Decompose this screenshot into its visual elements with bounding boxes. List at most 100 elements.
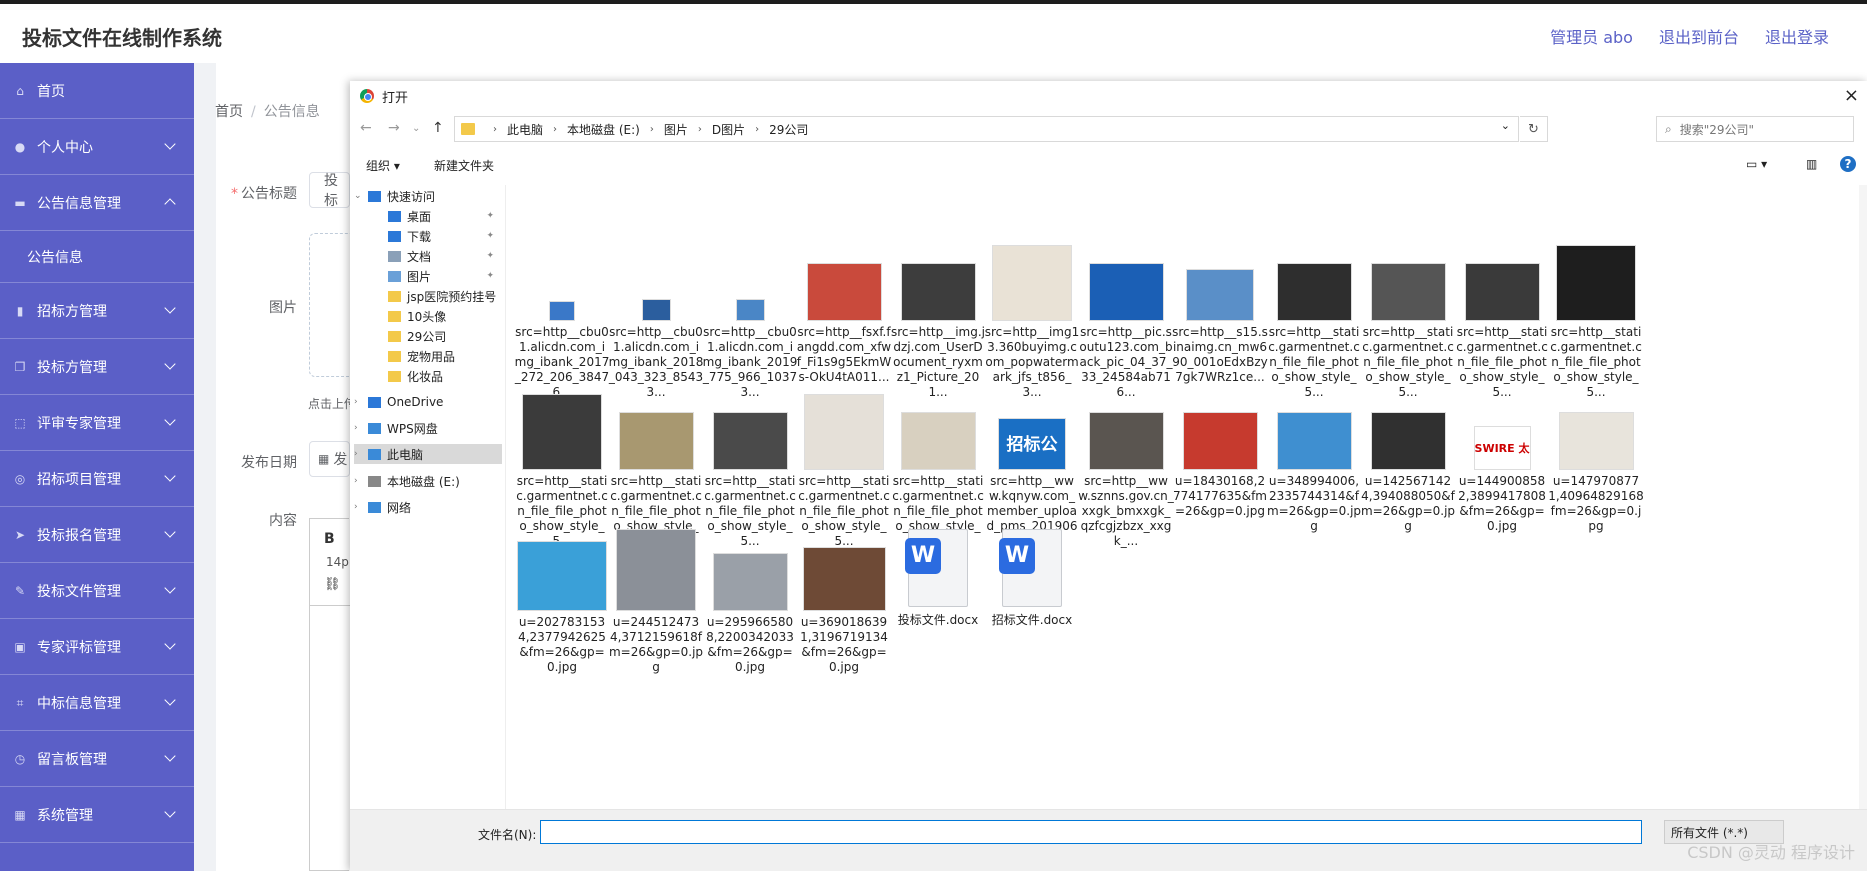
- file-item[interactable]: u=2959665808,2200342033&fm=26&gp=0.jpg: [702, 553, 798, 675]
- tree-item[interactable]: › 此电脑: [354, 444, 502, 464]
- file-item[interactable]: src=http__static.garmentnet.cn_file_file…: [514, 394, 610, 549]
- tree-item[interactable]: 化妆品: [374, 366, 502, 386]
- file-item[interactable]: u=3690186391,3196719134&fm=26&gp=0.jpg: [796, 547, 892, 675]
- file-item[interactable]: u=348994006,2335744314&fm=26&gp=0.jpg: [1266, 412, 1362, 534]
- sidebar-item-11[interactable]: ⌗ 中标信息管理: [0, 675, 194, 731]
- tree-item[interactable]: › OneDrive: [354, 392, 502, 412]
- file-item[interactable]: u=1425671424,394088050&fm=26&gp=0.jpg: [1360, 412, 1456, 534]
- file-item[interactable]: src=http__img.jdzj.com_UserDocument_ryxm…: [890, 263, 986, 400]
- file-name: src=http__img.jdzj.com_UserDocument_ryxm…: [891, 325, 985, 399]
- preview-pane-icon[interactable]: ▥: [1806, 157, 1817, 171]
- file-item[interactable]: src=http__pic.soutu123.com_back_pic_04_3…: [1078, 263, 1174, 400]
- file-item[interactable]: u=1479708771,40964829168fm=26&gp=0.jpg: [1548, 412, 1644, 534]
- file-item[interactable]: u=18430168,2774177635&fm=26&gp=0.jpg: [1172, 412, 1268, 519]
- file-item[interactable]: src=http__img13.360buyimg.com_popwaterma…: [984, 245, 1080, 400]
- address-bar[interactable]: › 此电脑 › 本地磁盘 (E:) › 图片 › D图片 › 29公司 ⌄: [454, 116, 1519, 142]
- expand-icon[interactable]: ›: [354, 423, 368, 433]
- filename-input[interactable]: [540, 820, 1642, 844]
- tree-item[interactable]: jsp医院预约挂号 ✦: [374, 286, 502, 306]
- bold-button[interactable]: B: [324, 531, 335, 547]
- sidebar-item-2[interactable]: ▬ 公告信息管理: [0, 175, 194, 231]
- new-folder-button[interactable]: 新建文件夹: [434, 157, 494, 174]
- tree-item[interactable]: 下载 ✦: [374, 226, 502, 246]
- file-item[interactable]: src=http__cbu01.alicdn.com_img_ibank_201…: [608, 299, 704, 400]
- tree-item[interactable]: 桌面 ✦: [374, 206, 502, 226]
- tree-item[interactable]: › 本地磁盘 (E:): [354, 471, 502, 491]
- sidebar-item-10[interactable]: ▣ 专家评标管理: [0, 619, 194, 675]
- scrollbar[interactable]: [1859, 185, 1867, 809]
- font-size-select[interactable]: 14p: [326, 555, 349, 569]
- to-front-link[interactable]: 退出到前台: [1659, 24, 1739, 48]
- link-icon[interactable]: ⛓: [324, 577, 341, 592]
- file-item[interactable]: src=http__static.garmentnet.cn_file_file…: [1360, 263, 1456, 400]
- file-item[interactable]: SWIRE 太古集团u=1449008582,3899417808&fm=26&…: [1454, 426, 1550, 534]
- file-item[interactable]: src=http__cbu01.alicdn.com_img_ibank_201…: [514, 301, 610, 400]
- organize-button[interactable]: 组织 ▾: [366, 157, 400, 174]
- expand-icon[interactable]: ›: [354, 449, 368, 459]
- file-item[interactable]: u=2027831534,2377942625&fm=26&gp=0.jpg: [514, 541, 610, 675]
- rich-editor[interactable]: B 14p ⛓: [309, 518, 350, 871]
- sidebar-item-7[interactable]: ◎ 招标项目管理: [0, 451, 194, 507]
- file-item[interactable]: src=http__static.garmentnet.cn_file_file…: [1548, 245, 1644, 400]
- sidebar-item-6[interactable]: ⬚ 评审专家管理: [0, 395, 194, 451]
- tree-item[interactable]: 10头像: [374, 306, 502, 326]
- up-arrow-icon[interactable]: ↑: [432, 120, 444, 136]
- refresh-icon[interactable]: ↻: [1520, 116, 1548, 142]
- file-item[interactable]: src=http__static.garmentnet.cn_file_file…: [1266, 263, 1362, 400]
- briefcase-icon: ▣: [14, 639, 26, 654]
- breadcrumb-home[interactable]: 首页: [215, 104, 243, 120]
- path-segment[interactable]: 图片: [664, 121, 688, 138]
- sidebar-item-0[interactable]: ⌂ 首页: [0, 63, 194, 119]
- sidebar-item-3[interactable]: 公告信息: [0, 231, 194, 283]
- sidebar-item-4[interactable]: ▮ 招标方管理: [0, 283, 194, 339]
- copy-icon: ❐: [14, 359, 26, 374]
- help-icon[interactable]: ?: [1840, 156, 1856, 172]
- logout-link[interactable]: 退出登录: [1765, 24, 1829, 48]
- path-segment[interactable]: D图片: [712, 121, 745, 138]
- tree-item[interactable]: ⌄ 快速访问: [354, 186, 502, 206]
- title-input[interactable]: 投标: [309, 172, 350, 209]
- file-item[interactable]: W 投标文件.docx: [890, 529, 986, 628]
- file-item[interactable]: src=http__s15.sinaimg.cn_mw690_001oEdxBz…: [1172, 269, 1268, 385]
- search-input[interactable]: ⌕ 搜索"29公司": [1656, 116, 1854, 142]
- tree-item[interactable]: 图片 ✦: [374, 266, 502, 286]
- file-item[interactable]: src=http__fsxf.fangdd.com_xfwf_Fi1s9g5Ek…: [796, 263, 892, 385]
- close-icon[interactable]: ×: [1844, 85, 1859, 106]
- file-item[interactable]: src=http__cbu01.alicdn.com_img_ibank_201…: [702, 299, 798, 400]
- date-input[interactable]: ▦ 发: [309, 441, 350, 477]
- sidebar-item-1[interactable]: ● 个人中心: [0, 119, 194, 175]
- expand-icon[interactable]: ›: [354, 476, 368, 486]
- expand-icon[interactable]: ⌄: [354, 191, 368, 201]
- image-thumbnail: [712, 412, 788, 470]
- chevron-up-icon: [164, 198, 176, 210]
- tree-item[interactable]: 文档 ✦: [374, 246, 502, 266]
- expand-icon[interactable]: ›: [354, 502, 368, 512]
- file-item[interactable]: src=http__static.garmentnet.cn_file_file…: [1454, 263, 1550, 400]
- pin-icon: ✦: [486, 211, 494, 221]
- forward-arrow-icon[interactable]: →: [388, 120, 400, 136]
- net-icon: [368, 501, 381, 513]
- path-segment[interactable]: 本地磁盘 (E:): [567, 121, 640, 138]
- tree-item[interactable]: 宠物用品: [374, 346, 502, 366]
- file-item[interactable]: src=http__www.sznns.gov.cn_xxgk_bmxxgk_q…: [1078, 412, 1174, 549]
- address-dropdown-icon[interactable]: ⌄: [1501, 119, 1510, 132]
- path-segment[interactable]: 29公司: [769, 121, 808, 138]
- file-item[interactable]: W 招标文件.docx: [984, 529, 1080, 628]
- back-arrow-icon[interactable]: ←: [360, 120, 372, 136]
- path-segment[interactable]: 此电脑: [507, 121, 543, 138]
- tree-item[interactable]: › 网络: [354, 497, 502, 517]
- file-item[interactable]: u=2445124734,3712159618fm=26&gp=0.jpg: [608, 529, 704, 675]
- file-item[interactable]: src=http__static.garmentnet.cn_file_file…: [796, 394, 892, 549]
- pin-icon: ✦: [486, 291, 494, 301]
- view-options-icon[interactable]: ▭ ▾: [1746, 157, 1767, 171]
- sidebar-item-9[interactable]: ✎ 投标文件管理: [0, 563, 194, 619]
- file-item[interactable]: src=http__static.garmentnet.cn_file_file…: [702, 412, 798, 549]
- tree-item[interactable]: › WPS网盘: [354, 418, 502, 438]
- sidebar-item-8[interactable]: ➤ 投标报名管理: [0, 507, 194, 563]
- recent-chevron-icon[interactable]: ⌄: [412, 123, 420, 134]
- sidebar-item-13[interactable]: ▦ 系统管理: [0, 787, 194, 843]
- sidebar-item-12[interactable]: ◷ 留言板管理: [0, 731, 194, 787]
- tree-item[interactable]: 29公司: [374, 326, 502, 346]
- expand-icon[interactable]: ›: [354, 397, 368, 407]
- sidebar-item-5[interactable]: ❐ 投标方管理: [0, 339, 194, 395]
